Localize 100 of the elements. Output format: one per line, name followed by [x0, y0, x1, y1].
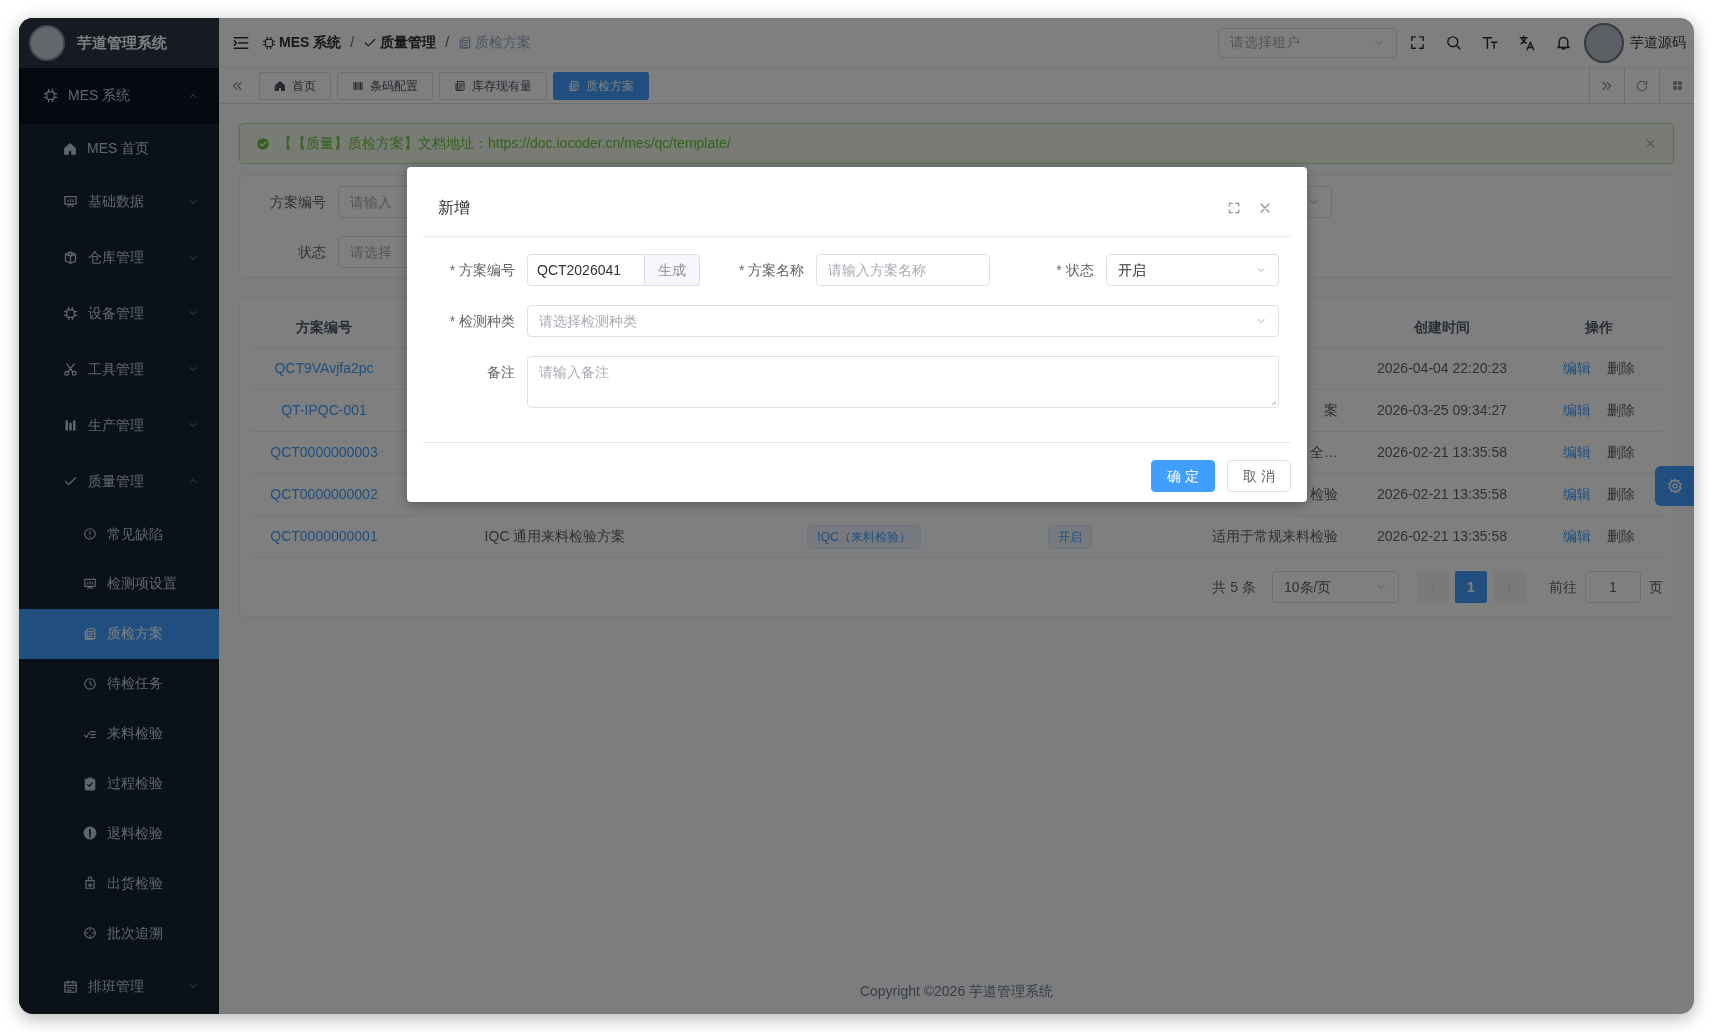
- sidebar-menu-item[interactable]: 工具管理: [19, 341, 219, 398]
- delete-link[interactable]: 删除: [1607, 358, 1635, 379]
- page-button[interactable]: 1: [1455, 571, 1487, 603]
- translate-icon[interactable]: [1518, 33, 1536, 52]
- page-suffix: 页: [1649, 577, 1663, 597]
- search-icon[interactable]: [1445, 34, 1462, 51]
- copyright-text: Copyright ©2026 芋道管理系统: [859, 982, 1054, 1001]
- edit-link[interactable]: 编辑: [1563, 484, 1591, 505]
- table-cell-text: 2026-02-21 13:35:58: [1377, 443, 1507, 462]
- column-header: 操作: [1585, 318, 1613, 337]
- presentation-board-icon: [83, 576, 97, 591]
- home-icon: [274, 79, 286, 92]
- sidebar-menu-item[interactable]: 检测项设置: [19, 558, 219, 609]
- presentation-board-icon: [63, 194, 78, 210]
- sidebar-menu-item[interactable]: 待检任务: [19, 658, 219, 709]
- confirm-button[interactable]: 确 定: [1151, 460, 1215, 492]
- calendar-icon: [63, 978, 78, 994]
- document-icon: [568, 79, 580, 92]
- input-field[interactable]: QCT2026041: [527, 254, 646, 286]
- settings-button[interactable]: [1655, 466, 1694, 506]
- sidebar-menu-item[interactable]: 仓库管理: [19, 229, 219, 286]
- user-name[interactable]: 芋道源码: [1630, 32, 1686, 53]
- plan-code-link[interactable]: QCT0000000002: [270, 484, 378, 505]
- select-field[interactable]: 开启: [1105, 254, 1279, 286]
- chip-icon: [262, 35, 276, 50]
- sidebar-menu-item[interactable]: 出货检验: [19, 858, 219, 909]
- plan-code-link[interactable]: QT-IPQC-001: [281, 400, 367, 421]
- tag: IQC（来料检验）: [807, 524, 921, 549]
- close-icon[interactable]: [1644, 137, 1657, 150]
- plan-code-link[interactable]: QCT9VAvjfa2pc: [274, 358, 374, 379]
- select-field[interactable]: 请选择检测种类: [527, 305, 1279, 337]
- exclamation-icon: [83, 826, 97, 841]
- sidebar-menu-item[interactable]: 质检方案: [19, 608, 219, 659]
- table-cell-text: 2026-03-25 09:34:27: [1377, 401, 1507, 420]
- edit-link[interactable]: 编辑: [1563, 526, 1591, 547]
- plan-code-link[interactable]: QCT0000000003: [270, 442, 378, 463]
- sidebar-menu-item[interactable]: 批次追溯: [19, 908, 219, 959]
- sidebar-menu-item[interactable]: 基础数据: [19, 173, 219, 230]
- sidebar-menu-item[interactable]: 质量管理: [19, 453, 219, 510]
- clipboard-check-icon: [83, 776, 97, 791]
- sidebar-menu-item[interactable]: 过程检验: [19, 758, 219, 809]
- edit-link[interactable]: 编辑: [1563, 442, 1591, 463]
- check-circle-icon: [256, 136, 270, 151]
- sidebar-menu-item[interactable]: MES 首页: [19, 123, 219, 174]
- delete-link[interactable]: 删除: [1607, 442, 1635, 463]
- textarea-field[interactable]: 请输入备注: [527, 356, 1279, 408]
- page-tab[interactable]: 条码配置: [337, 71, 433, 100]
- sidebar-menu-item[interactable]: 生产管理: [19, 397, 219, 454]
- sidebar-menu-item[interactable]: MES 系统: [19, 67, 219, 124]
- page-number-input[interactable]: 1: [1585, 571, 1641, 603]
- sidebar-menu-item[interactable]: 排班管理: [19, 958, 219, 1014]
- table-cell-text: 2026-04-04 22:20:23: [1377, 359, 1507, 378]
- page-size-select[interactable]: 10条/页: [1272, 571, 1399, 603]
- edit-link[interactable]: 编辑: [1563, 400, 1591, 421]
- goto-label: 前往: [1549, 577, 1577, 597]
- edit-link[interactable]: 编辑: [1563, 358, 1591, 379]
- home-icon: [63, 141, 77, 156]
- dialog-title: 新增: [438, 197, 470, 218]
- sidebar-menu-item[interactable]: 来料检验: [19, 708, 219, 759]
- settings-icon: [1666, 478, 1683, 494]
- page-tab[interactable]: 库存现有量: [439, 71, 547, 100]
- sidebar-menu-item[interactable]: 退料检验: [19, 808, 219, 859]
- generate-button[interactable]: 生成: [645, 254, 701, 286]
- fullscreen-icon[interactable]: [1227, 200, 1241, 215]
- clock-icon: [83, 676, 97, 691]
- box-icon: [63, 250, 78, 266]
- breadcrumb-item[interactable]: 质量管理: [363, 32, 437, 53]
- form-label: 备注: [486, 363, 516, 382]
- page-tab[interactable]: 质检方案: [553, 71, 649, 100]
- crosshair-icon: [83, 926, 97, 941]
- cancel-button[interactable]: 取 消: [1227, 460, 1291, 492]
- app-title: 芋道管理系统: [77, 32, 167, 53]
- input-field[interactable]: 请输入方案名称: [816, 254, 990, 286]
- form-label: * 方案编号: [448, 260, 516, 280]
- breadcrumb-item[interactable]: MES 系统: [262, 32, 342, 53]
- chip-icon: [43, 88, 58, 104]
- avatar-icon[interactable]: [1584, 22, 1624, 63]
- document-icon: [458, 35, 472, 50]
- column-header: 方案编号: [296, 318, 352, 337]
- doc-link[interactable]: https://doc.iocoder.cn/mes/qc/template/: [488, 135, 731, 151]
- table-cell-text: 2026-02-21 13:35:58: [1377, 485, 1507, 504]
- table-cell-text: 适用于常规来料检验: [1212, 527, 1338, 546]
- breadcrumb-separator: /: [445, 33, 449, 52]
- plan-code-link[interactable]: QCT0000000001: [270, 526, 378, 547]
- delete-link[interactable]: 删除: [1607, 526, 1635, 547]
- fullscreen-icon[interactable]: [1409, 34, 1426, 51]
- sidebar-menu-item[interactable]: 设备管理: [19, 285, 219, 342]
- bell-icon[interactable]: [1555, 34, 1572, 51]
- breadcrumb-separator: /: [350, 33, 355, 52]
- alert-circle-icon: [83, 527, 97, 541]
- alert-text: 【【质量】质检方案】文档地址：https://doc.iocoder.cn/mes/qc/template/: [278, 134, 731, 153]
- form-label: * 检测种类: [448, 311, 516, 331]
- page-tab[interactable]: 首页: [259, 71, 331, 100]
- grid-icon[interactable]: [1670, 79, 1684, 92]
- table-cell-text: 案: [1324, 401, 1338, 420]
- sidebar-menu-item[interactable]: 常见缺陷: [19, 509, 219, 559]
- table-cell-text: 检验: [1310, 485, 1338, 504]
- refresh-icon[interactable]: [1635, 78, 1649, 93]
- delete-link[interactable]: 删除: [1607, 400, 1635, 421]
- delete-link[interactable]: 删除: [1607, 484, 1635, 505]
